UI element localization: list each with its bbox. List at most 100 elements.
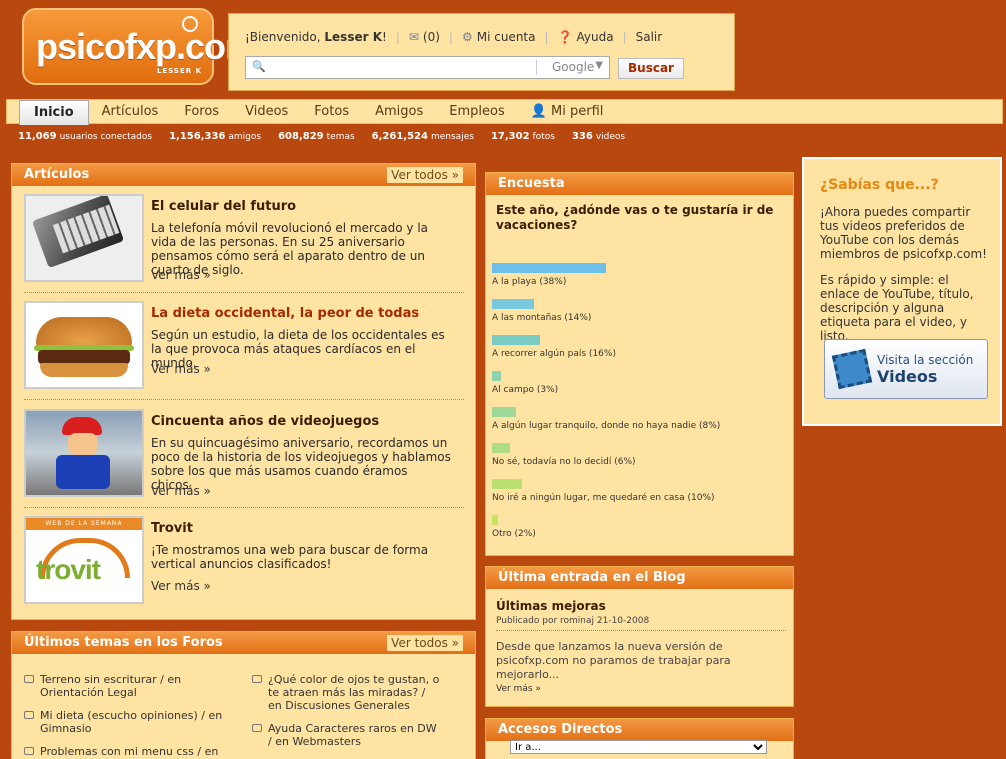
blog-post-title[interactable]: Últimas mejoras (496, 599, 606, 613)
badge-label: WEB DE LA SEMANA (26, 518, 142, 530)
dotted-divider (24, 507, 464, 508)
blog-post-excerpt: Desde que lanzamos la nueva versión de p… (496, 640, 731, 681)
forum-topic[interactable]: Terreno sin escriturar / en Orientación … (24, 673, 234, 699)
home-icon (182, 16, 198, 32)
logo-user-tag: LESSER K (156, 67, 202, 75)
poll-option-label: No iré a ningún lugar, me quedaré en cas… (492, 493, 715, 503)
poll-bar (492, 263, 606, 273)
stat-value: 608,829 (278, 131, 324, 142)
divider: | (448, 30, 453, 44)
panel-title: ¿Sabías que...? (820, 177, 939, 193)
divider (24, 292, 464, 293)
search-input[interactable] (268, 59, 530, 76)
stat-label: mensajes (430, 132, 474, 142)
see-all-link[interactable]: Ver todos » (387, 635, 463, 651)
nav-item-foros[interactable]: Foros (171, 104, 232, 119)
info-text: Es rápido y simple: el enlace de YouTube… (820, 273, 974, 343)
stat: 6,261,524 mensajes (372, 131, 474, 142)
article-title[interactable]: Trovit (151, 521, 193, 536)
forum-topic[interactable]: Problemas con mi menu css / en (24, 745, 234, 758)
stat: 11,069 usuarios conectados (18, 131, 152, 142)
article-item: Cincuenta años de videojuegos En su quin… (24, 409, 464, 499)
username[interactable]: Lesser K (324, 30, 382, 44)
speech-bubble-icon (252, 724, 262, 732)
read-more-link[interactable]: Ver más » (151, 484, 211, 498)
article-thumbnail[interactable] (24, 409, 144, 497)
nav-item-articulos[interactable]: Artículos (89, 104, 172, 119)
film-icon (831, 348, 873, 390)
panel-header: Encuesta (486, 173, 793, 195)
article-title[interactable]: La dieta occidental, la peor de todas (151, 306, 419, 321)
shortcuts-select[interactable]: Ir a... (510, 740, 767, 754)
panel-title: Artículos (24, 167, 90, 182)
panel-title: Última entrada en el Blog (498, 570, 686, 585)
read-more-link[interactable]: Ver más » (151, 579, 211, 593)
stat: 336 videos (572, 131, 625, 142)
search-engine-label[interactable]: Google (552, 60, 594, 74)
logo-text: psicofxp.com (36, 26, 257, 67)
article-thumbnail[interactable] (24, 301, 144, 389)
poll-option-label: A recorrer algún país (16%) (492, 349, 616, 359)
panel-title: Accesos Directos (498, 722, 623, 737)
poll-option-label: A la playa (38%) (492, 277, 567, 287)
poll-bar (492, 371, 501, 381)
search-icon: 🔍 (252, 60, 266, 73)
forum-topic[interactable]: ¿Qué color de ojos te gustan, o te atrae… (252, 673, 442, 712)
site-logo[interactable]: psicofxp.com LESSER K (22, 8, 257, 85)
shortcuts-panel: Accesos Directos Ir a... (485, 718, 794, 759)
read-more-link[interactable]: Ver más » (151, 362, 211, 376)
poll-option-label: No sé, todavía no lo decidí (6%) (492, 457, 636, 467)
forum-topic-text: ¿Qué color de ojos te gustan, o te atrae… (268, 673, 440, 712)
see-all-link[interactable]: Ver todos » (387, 167, 463, 183)
divider: | (622, 30, 627, 44)
article-item: WEB DE LA SEMANA trovit Trovit ¡Te mostr… (24, 516, 464, 606)
article-title[interactable]: Cincuenta años de videojuegos (151, 414, 379, 429)
nav-item-fotos[interactable]: Fotos (301, 104, 362, 119)
nav-item-empleos[interactable]: Empleos (436, 104, 517, 119)
article-summary: ¡Te mostramos una web para buscar de for… (151, 543, 429, 571)
poll-bar (492, 299, 534, 309)
help-icon[interactable]: ❓ (558, 30, 573, 44)
poll-option-label: A algún lugar tranquilo, donde no haya n… (492, 421, 721, 431)
nav-item-amigos[interactable]: Amigos (362, 104, 436, 119)
videos-section-button[interactable]: Visita la sección Videos (824, 339, 988, 399)
gear-icon[interactable]: ⚙ (462, 30, 473, 44)
read-more-link[interactable]: Ver más » (496, 684, 541, 694)
search-button[interactable]: Buscar (618, 58, 684, 79)
divider: | (544, 30, 549, 44)
poll-option-label: Al campo (3%) (492, 385, 559, 395)
poll-bar (492, 479, 522, 489)
read-more-link[interactable]: Ver más » (151, 268, 211, 282)
info-text: ¡Ahora puedes compartir tus videos prefe… (820, 205, 987, 261)
nav-item-inicio[interactable]: Inicio (19, 100, 89, 125)
article-item: La dieta occidental, la peor de todas Se… (24, 301, 464, 391)
article-title[interactable]: El celular del futuro (151, 199, 296, 214)
article-thumbnail[interactable]: WEB DE LA SEMANA trovit (24, 516, 144, 604)
help-link[interactable]: Ayuda (577, 30, 614, 44)
search-box[interactable]: 🔍 Google ▼ (245, 56, 610, 79)
poll-bar (492, 407, 516, 417)
logout-link[interactable]: Salir (636, 30, 663, 44)
panel-header: Últimos temas en los Foros Ver todos » (12, 632, 475, 654)
nav-item-mi-perfil[interactable]: 👤 Mi perfil (518, 104, 617, 119)
messages-count[interactable]: (0) (423, 30, 440, 44)
articles-panel: Artículos Ver todos » El celular del fut… (11, 163, 476, 620)
chevron-down-icon[interactable]: ▼ (595, 60, 603, 71)
poll-bar (492, 335, 540, 345)
panel-title: Últimos temas en los Foros (24, 635, 223, 650)
forum-topic[interactable]: Ayuda Caracteres raros en DW / en Webmas… (252, 722, 442, 748)
article-thumbnail[interactable] (24, 194, 144, 282)
speech-bubble-icon (252, 675, 262, 683)
divider (24, 507, 464, 508)
stat-label: usuarios conectados (59, 132, 153, 142)
stat-value: 17,302 (490, 131, 530, 142)
forum-topic-text: Mi dieta (escucho opiniones) / en Gimnas… (40, 709, 223, 735)
nav-item-videos[interactable]: Videos (232, 104, 301, 119)
divider (536, 60, 537, 75)
account-link[interactable]: Mi cuenta (477, 30, 536, 44)
forum-topic[interactable]: Mi dieta (escucho opiniones) / en Gimnas… (24, 709, 234, 735)
button-line: Videos (877, 367, 938, 386)
envelope-icon[interactable]: ✉ (409, 30, 419, 44)
panel-title: Encuesta (498, 176, 565, 191)
button-line: Visita la sección (877, 353, 974, 367)
